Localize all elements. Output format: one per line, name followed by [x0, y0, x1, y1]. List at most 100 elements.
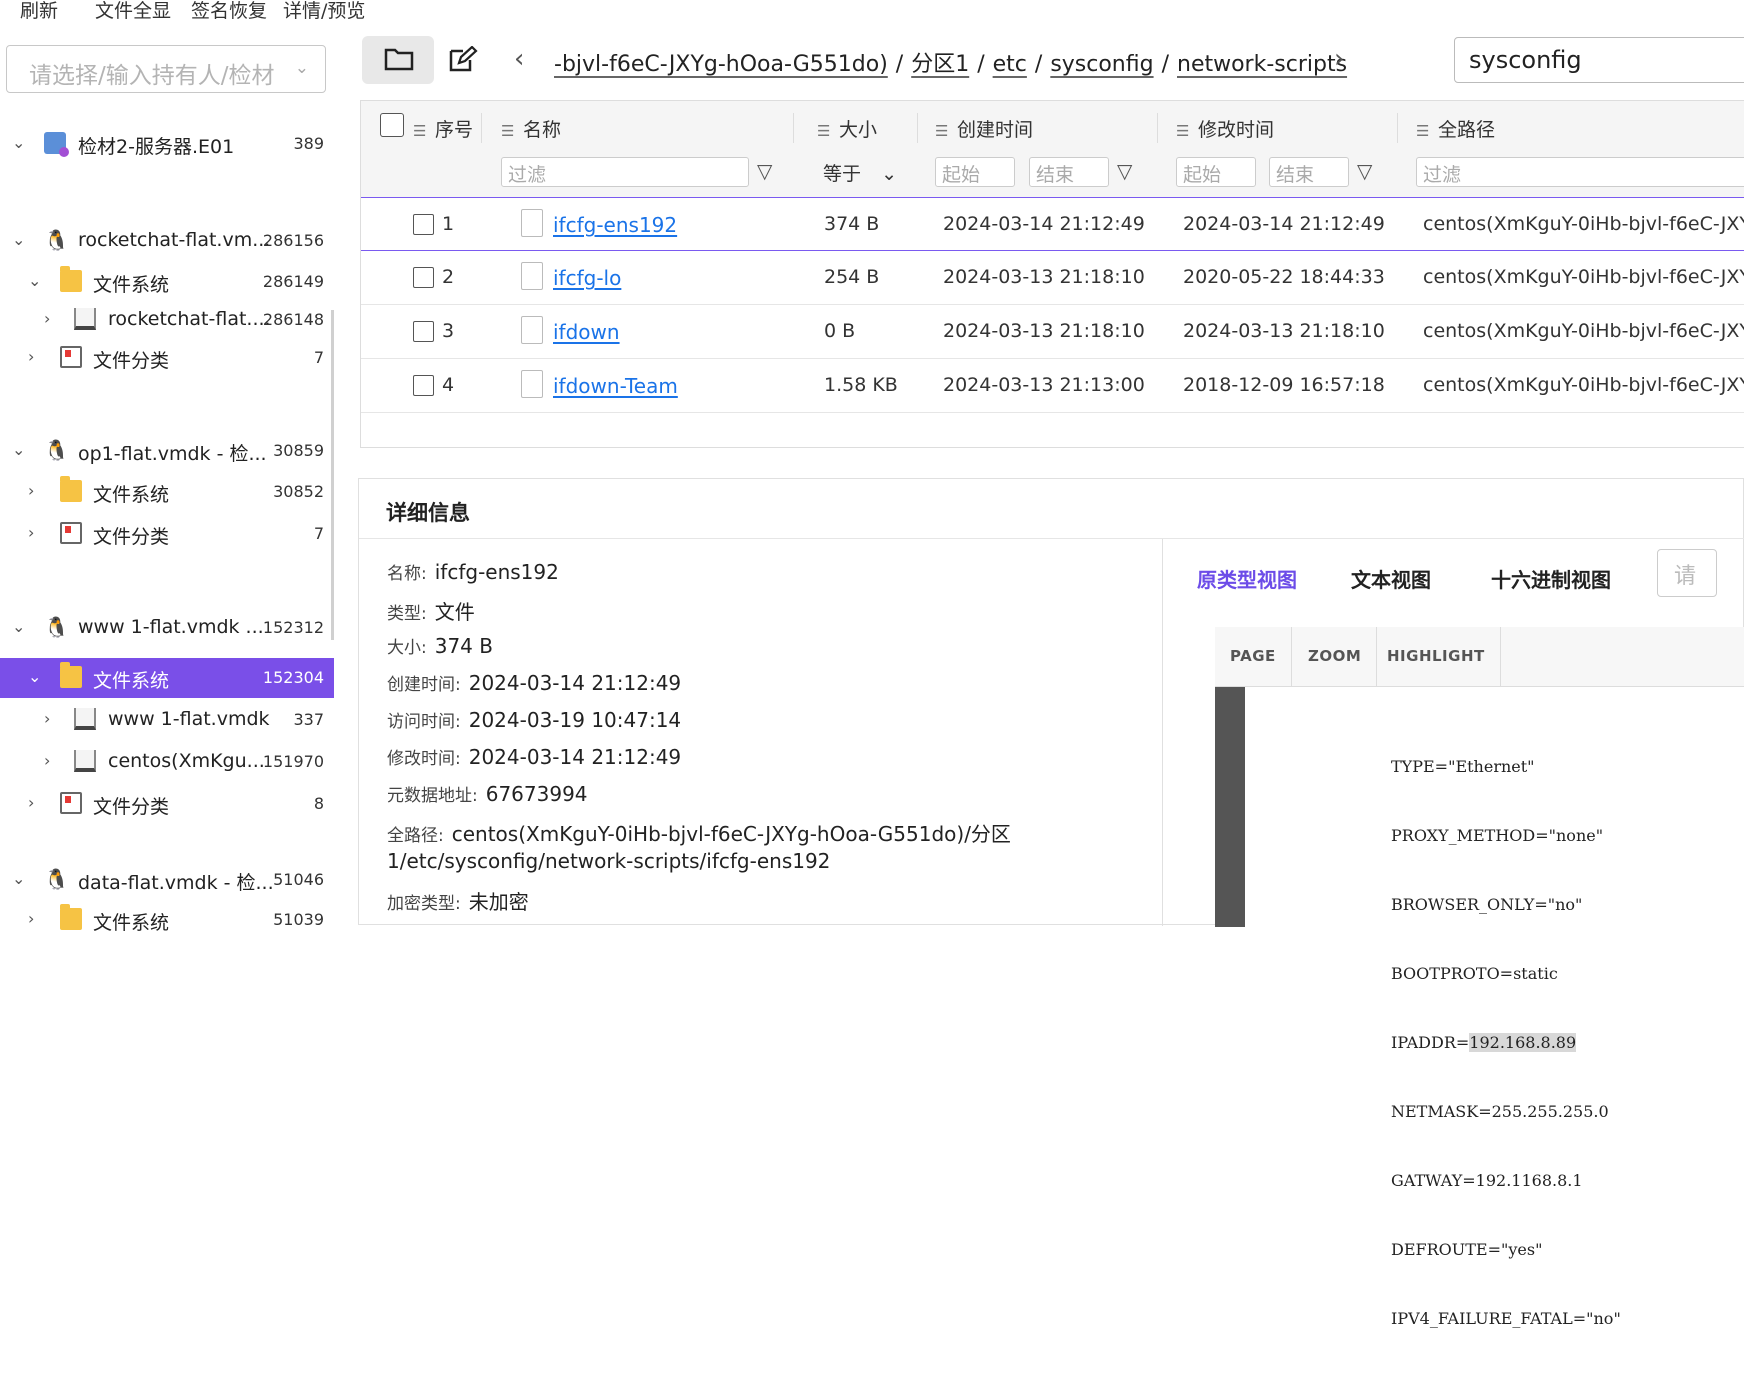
column-divider[interactable]	[793, 113, 794, 143]
breadcrumb-separator: /	[895, 52, 904, 77]
tree-node-disk[interactable]: ⌄ 🐧 data-flat.vmdk - 检... 51046	[0, 860, 334, 900]
path-filter-input[interactable]: 过滤	[1416, 157, 1744, 187]
cell-name[interactable]: ifdown-Team	[553, 374, 678, 398]
column-divider[interactable]	[917, 113, 918, 143]
tab-native-view[interactable]: 原类型视图	[1197, 564, 1297, 593]
expand-caret-icon[interactable]: ⌄	[28, 271, 41, 290]
column-divider[interactable]	[1157, 113, 1158, 143]
highlight-button[interactable]: HIGHLIGHT	[1372, 627, 1501, 687]
tree-node-file-category[interactable]: › 文件分类 7	[0, 338, 334, 378]
panel-divider[interactable]	[1162, 539, 1163, 926]
chevron-right-icon[interactable]: ›	[44, 751, 50, 770]
tree-node-partition[interactable]: › rocketchat-flat.... 286148	[0, 300, 334, 340]
file-name-link[interactable]: ifdown	[553, 320, 620, 344]
column-header-name[interactable]: ☰ 名称	[501, 115, 561, 142]
breadcrumb-segment[interactable]: sysconfig	[1050, 52, 1153, 77]
filter-funnel-icon[interactable]: ▽	[1357, 159, 1372, 183]
row-checkbox[interactable]	[413, 375, 434, 396]
chevron-right-icon[interactable]: ›	[28, 481, 34, 500]
column-header-size[interactable]: ☰ 大小	[817, 115, 877, 142]
cell-name[interactable]: ifcfg-ens192	[553, 213, 677, 237]
size-operator-select[interactable]: 等于 ⌄	[817, 157, 913, 187]
expand-caret-icon[interactable]: ⌄	[12, 617, 25, 636]
chevron-right-icon[interactable]: ›	[28, 793, 34, 812]
chevron-right-icon[interactable]: ›	[28, 523, 34, 542]
modified-end-input[interactable]: 结束	[1269, 157, 1349, 187]
tree-node-file-category[interactable]: › 文件分类 8	[0, 784, 334, 824]
tree-node-disk[interactable]: ⌄ 🐧 rocketchat-flat.vm... 286156	[0, 221, 334, 261]
chevron-left-icon[interactable]: ‹	[514, 44, 524, 74]
filter-funnel-icon[interactable]: ▽	[1117, 159, 1132, 183]
viewer-search-input[interactable]: 请	[1657, 549, 1717, 597]
table-row[interactable]: 4 ifdown-Team 1.58 KB 2024-03-13 21:13:0…	[361, 359, 1744, 413]
row-checkbox[interactable]	[413, 321, 434, 342]
table-row[interactable]: 1 ifcfg-ens192 374 B 2024-03-14 21:12:49…	[361, 197, 1744, 251]
name-filter-input[interactable]: 过滤	[501, 157, 749, 187]
created-end-input[interactable]: 结束	[1029, 157, 1109, 187]
row-checkbox[interactable]	[413, 214, 434, 235]
created-start-input[interactable]: 起始	[935, 157, 1015, 187]
expand-caret-icon[interactable]: ⌄	[12, 869, 25, 888]
tree-node-file-category[interactable]: › 文件分类 7	[0, 514, 334, 554]
page-button[interactable]: PAGE	[1215, 627, 1292, 687]
cell-size: 374 B	[824, 213, 880, 235]
tree-node-filesystem[interactable]: › 文件系统 51039	[0, 900, 334, 940]
zoom-button[interactable]: ZOOM	[1293, 627, 1378, 687]
column-divider[interactable]	[1397, 113, 1398, 143]
expand-caret-icon[interactable]: ⌄	[12, 440, 25, 459]
chevron-right-icon[interactable]: ›	[44, 309, 50, 328]
tab-hex-view[interactable]: 十六进制视图	[1491, 564, 1611, 593]
chevron-right-icon[interactable]: ›	[44, 709, 50, 728]
select-all-checkbox[interactable]	[380, 113, 404, 137]
tree-node-filesystem-selected[interactable]: ⌄ 文件系统 152304	[0, 658, 334, 698]
owner-select[interactable]: 请选择/输入持有人/检材 ⌄	[6, 45, 326, 93]
tree-scrollbar[interactable]	[331, 310, 334, 640]
tree-node-label: www 1-flat.vmdk	[108, 708, 270, 730]
edit-button[interactable]	[426, 36, 498, 84]
breadcrumb-segment[interactable]: network-scripts	[1177, 52, 1347, 77]
chevron-right-icon[interactable]: ›	[1334, 44, 1344, 74]
file-name-link[interactable]: ifdown-Team	[553, 374, 678, 398]
tree-node-evidence[interactable]: ⌄ 检材2-服务器.E01 389	[0, 124, 334, 164]
table-row[interactable]: 3 ifdown 0 B 2024-03-13 21:18:10 2024-03…	[361, 305, 1744, 359]
tree-node-disk[interactable]: ⌄ 🐧 op1-flat.vmdk - 检... 30859	[0, 431, 334, 471]
row-checkbox[interactable]	[413, 267, 434, 288]
chevron-right-icon[interactable]: ›	[28, 909, 34, 928]
column-menu-icon: ☰	[501, 122, 515, 140]
cell-name[interactable]: ifdown	[553, 320, 620, 344]
expand-caret-icon[interactable]: ⌄	[12, 133, 25, 152]
file-name-link[interactable]: ifcfg-lo	[553, 266, 621, 290]
folder-view-button[interactable]	[362, 36, 434, 84]
breadcrumb-segment[interactable]: 分区1	[911, 52, 969, 77]
column-header-fullpath[interactable]: ☰ 全路径	[1416, 115, 1495, 142]
tree-node-disk[interactable]: ⌄ 🐧 www 1-flat.vmdk ... 152312	[0, 608, 334, 648]
prop-modified: 修改时间: 2024-03-14 21:12:49	[387, 744, 681, 769]
preview-page-gutter	[1215, 687, 1245, 927]
filter-funnel-icon[interactable]: ▽	[757, 159, 772, 183]
column-header-index[interactable]: ☰ 序号	[413, 115, 473, 142]
chevron-right-icon[interactable]: ›	[28, 347, 34, 366]
details-title: 详细信息	[386, 501, 470, 525]
tree-node-filesystem[interactable]: ⌄ 文件系统 286149	[0, 262, 334, 302]
column-header-created[interactable]: ☰ 创建时间	[935, 115, 1033, 142]
tree-node-partition[interactable]: › centos(XmKgu... 151970	[0, 742, 334, 782]
expand-caret-icon[interactable]: ⌄	[12, 230, 25, 249]
path-search-input[interactable]	[1455, 38, 1744, 82]
tab-text-view[interactable]: 文本视图	[1351, 564, 1431, 593]
path-search-box[interactable]	[1454, 37, 1744, 83]
column-header-label: 创建时间	[957, 119, 1034, 141]
file-name-link[interactable]: ifcfg-ens192	[553, 213, 677, 237]
modified-start-input[interactable]: 起始	[1176, 157, 1256, 187]
column-header-modified[interactable]: ☰ 修改时间	[1176, 115, 1274, 142]
tree-node-filesystem[interactable]: › 文件系统 30852	[0, 472, 334, 512]
column-menu-icon: ☰	[1416, 122, 1430, 140]
breadcrumb-segment[interactable]: -bjvl-f6eC-JXYg-hOoa-G551do)	[554, 52, 888, 77]
prop-size: 大小: 374 B	[387, 633, 493, 658]
table-row[interactable]: 2 ifcfg-lo 254 B 2024-03-13 21:18:10 202…	[361, 251, 1744, 305]
cell-path: centos(XmKguY-0iHb-bjvl-f6eC-JXY	[1423, 320, 1744, 342]
column-divider[interactable]	[481, 113, 482, 143]
breadcrumb-segment[interactable]: etc	[993, 52, 1027, 77]
tree-node-partition[interactable]: › www 1-flat.vmdk 337	[0, 700, 334, 740]
expand-caret-icon[interactable]: ⌄	[28, 667, 41, 686]
cell-name[interactable]: ifcfg-lo	[553, 266, 621, 290]
